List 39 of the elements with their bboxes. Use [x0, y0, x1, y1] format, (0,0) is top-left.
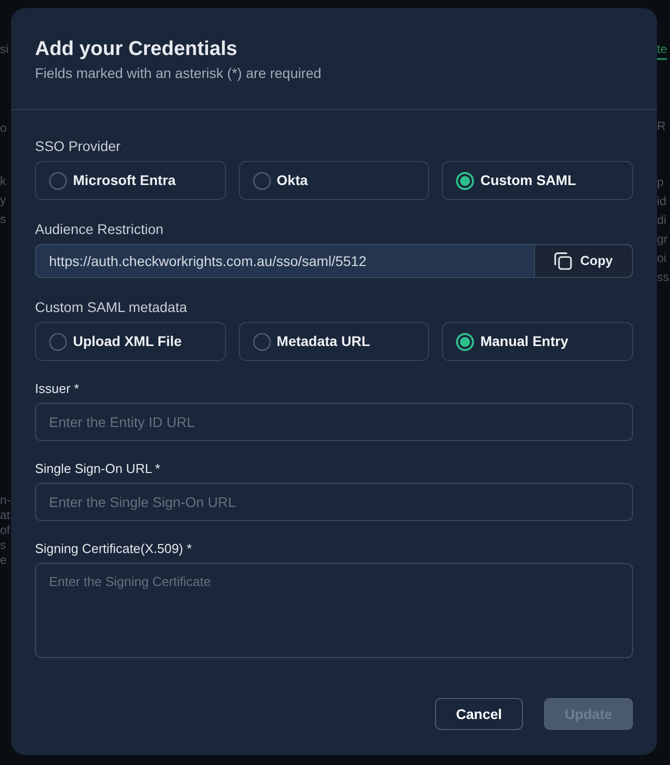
radio-option[interactable]: Upload XML File	[35, 322, 226, 361]
dialog-title: Add your Credentials	[35, 37, 238, 62]
background-text: of	[0, 523, 10, 538]
radio-option[interactable]: Okta	[238, 161, 430, 200]
background-text: oi	[657, 250, 666, 267]
background-text: n-	[0, 493, 11, 508]
background-text: si	[0, 41, 9, 58]
text-input-field[interactable]: Enter the Entity ID URL	[35, 403, 633, 441]
radio-option[interactable]: Manual Entry	[442, 322, 633, 361]
dialog-subtitle: Fields marked with an asterisk (*) are required	[35, 64, 322, 83]
field-label: Signing Certificate(X.509) *	[35, 540, 192, 558]
text-input-field[interactable]: Enter the Single Sign-On URL	[35, 483, 633, 521]
radio-option[interactable]: Microsoft Entra	[35, 161, 226, 200]
background-text: gr	[657, 231, 668, 248]
certificate-textarea[interactable]: Enter the Signing Certificate	[35, 563, 633, 658]
field-label: Single Sign-On URL *	[35, 460, 160, 478]
background-text: at	[0, 508, 10, 523]
cancel-button[interactable]: Cancel	[435, 698, 523, 730]
background-text: id	[657, 193, 666, 210]
background-text: y	[0, 192, 6, 209]
background-text: s	[0, 538, 6, 553]
background-text: ss	[657, 269, 669, 286]
copy-icon	[554, 252, 572, 270]
field-label: SSO Provider	[35, 137, 121, 156]
field-label: Custom SAML metadata	[35, 298, 187, 317]
radio-option[interactable]: Metadata URL	[238, 322, 430, 361]
field-label: Issuer *	[35, 380, 80, 398]
radio-option[interactable]: Custom SAML	[442, 161, 633, 200]
background-text: e	[0, 553, 7, 568]
field-label: Audience Restriction	[35, 220, 164, 239]
background-text: o	[0, 120, 7, 137]
background-text: s	[0, 211, 6, 228]
background-tab[interactable]: te	[657, 41, 668, 60]
background-text: p	[657, 174, 664, 191]
copy-button[interactable]: Copy	[535, 244, 633, 278]
url-field[interactable]: https://auth.checkworkrights.com.au/sso/saml/5512	[35, 244, 535, 278]
background-text: di	[657, 212, 666, 229]
background-text: k	[0, 173, 6, 190]
background-text: R	[657, 118, 666, 135]
